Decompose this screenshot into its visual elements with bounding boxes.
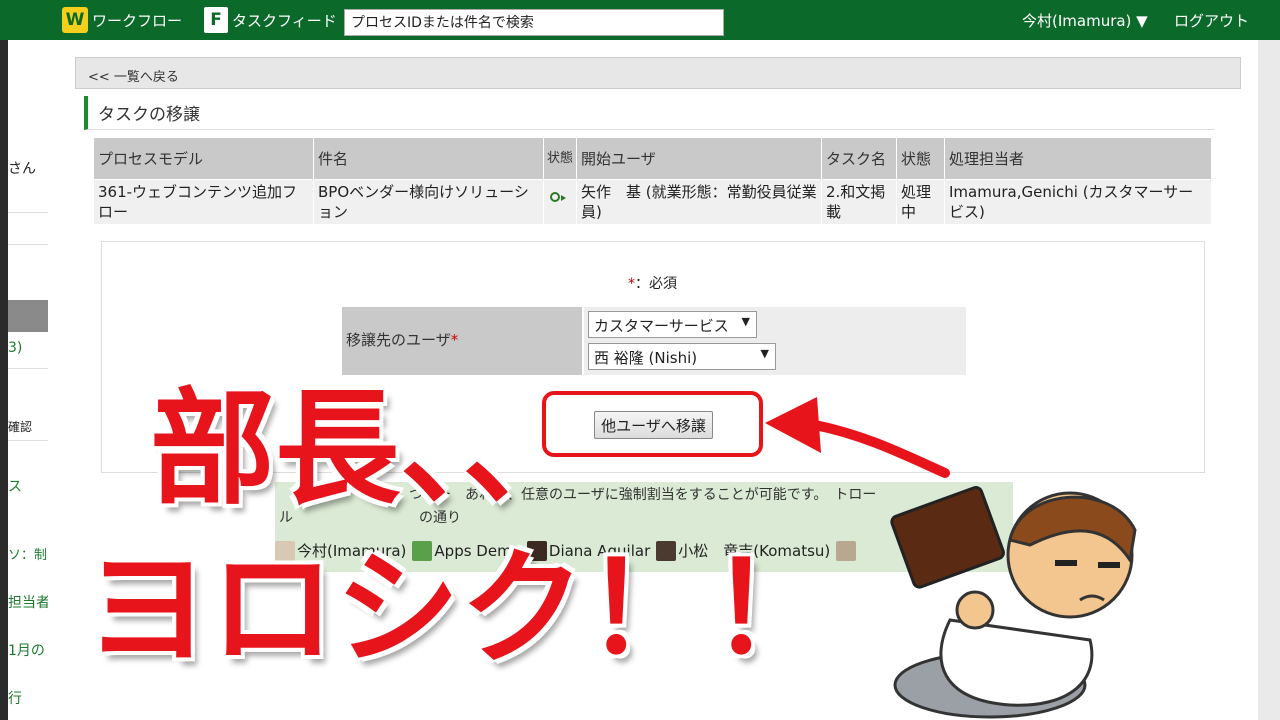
user-select-value: 西 裕隆 (Nishi) [594,349,698,367]
running-businessman-icon [890,486,1137,719]
workflow-logo-icon: W [62,7,88,33]
left-edge-strip [0,40,8,720]
workflow-nav-link[interactable]: W ワークフロー [62,0,182,40]
required-star: * [450,331,459,349]
cell-process-model: 361-ウェブコンテンツ追加フロー [93,179,314,225]
column-header-process-status: 状態 [543,137,577,180]
required-star: * [628,276,635,292]
user-select[interactable]: 西 裕隆 (Nishi) ▼ [588,343,776,370]
transfer-target-label-text: 移譲先のユーザ [346,331,451,349]
cell-assignee: Imamura,Genichi (カスタマーサービス) [944,179,1212,225]
column-header-assignee: 処理担当者 [944,137,1212,180]
required-note: *：必須 [628,273,677,293]
sidebar-item-system[interactable]: ソ：制 [8,544,48,563]
taskfeed-nav-link[interactable]: F タスクフィード [204,0,337,40]
cell-subject: BPOベンダー様向けソリューション [313,179,544,225]
sidebar-item-service[interactable]: ス [8,476,48,496]
transfer-target-label: 移譲先のユーザ* [342,307,582,375]
overlay-caption-line-2: ヨロシク！！ [84,537,837,682]
column-header-start-user: 開始ユーザ [576,137,822,180]
top-nav-bar: W ワークフロー F タスクフィード 今村(Imamura) ▼ ログアウト [0,0,1280,40]
sidebar-divider [8,440,48,441]
column-header-task-name: タスク名 [821,137,897,180]
sidebar-item-active[interactable] [8,300,48,332]
sidebar-item-user[interactable]: さん [8,158,48,178]
in-progress-icon [550,192,566,202]
sidebar-divider [8,244,48,245]
sidebar-item-assignee[interactable]: 担当者 [8,592,48,612]
sidebar-item-month[interactable]: 1月の [8,640,48,660]
user-avatar [836,540,857,561]
logout-link[interactable]: ログアウト [1174,0,1249,40]
chevron-down-icon: ▼ [741,315,750,328]
sidebar-item-count[interactable]: 3) [8,340,48,356]
back-to-list-link[interactable]: << 一覧へ戻る [75,57,1241,89]
taskfeed-logo-icon: F [204,7,228,33]
column-header-process-model: プロセスモデル [93,137,314,180]
required-note-text: ：必須 [635,276,677,292]
sidebar-item-run[interactable]: 行 [8,688,48,708]
taskfeed-nav-label: タスクフィード [232,11,337,30]
user-menu[interactable]: 今村(Imamura) ▼ [1022,0,1148,40]
sidebar-item-confirm[interactable]: 確認 [8,418,48,435]
cell-process-status [543,179,577,225]
search-input[interactable] [344,9,724,36]
sidebar: さん 3) 確認 ス ソ：制 担当者 1月の 行 [8,40,48,720]
page-title: タスクの移譲 [84,96,1214,130]
table-row: 361-ウェブコンテンツ追加フロー BPOベンダー様向けソリューション 矢作 基… [93,179,1212,225]
cell-task-name: 2.和文掲載 [821,179,897,225]
overlay-caption-line-1: 部長、、 [149,377,589,522]
column-header-task-status: 状態 [896,137,945,180]
sidebar-divider [8,212,48,213]
cell-start-user: 矢作 基 (就業形態：常勤役員従業員) [576,179,822,225]
table-header-row: プロセスモデル 件名 状態 開始ユーザ タスク名 状態 処理担当者 [93,137,1212,180]
organization-select[interactable]: カスタマーサービス ▼ [588,311,757,338]
task-info-table: プロセスモデル 件名 状態 開始ユーザ タスク名 状態 処理担当者 361-ウェ… [93,137,1212,225]
sidebar-divider [8,368,48,369]
column-header-subject: 件名 [313,137,544,180]
workflow-nav-label: ワークフロー [92,11,183,30]
organization-select-value: カスタマーサービス [594,317,729,335]
cell-task-status: 処理中 [896,179,945,225]
chevron-down-icon: ▼ [760,347,769,360]
